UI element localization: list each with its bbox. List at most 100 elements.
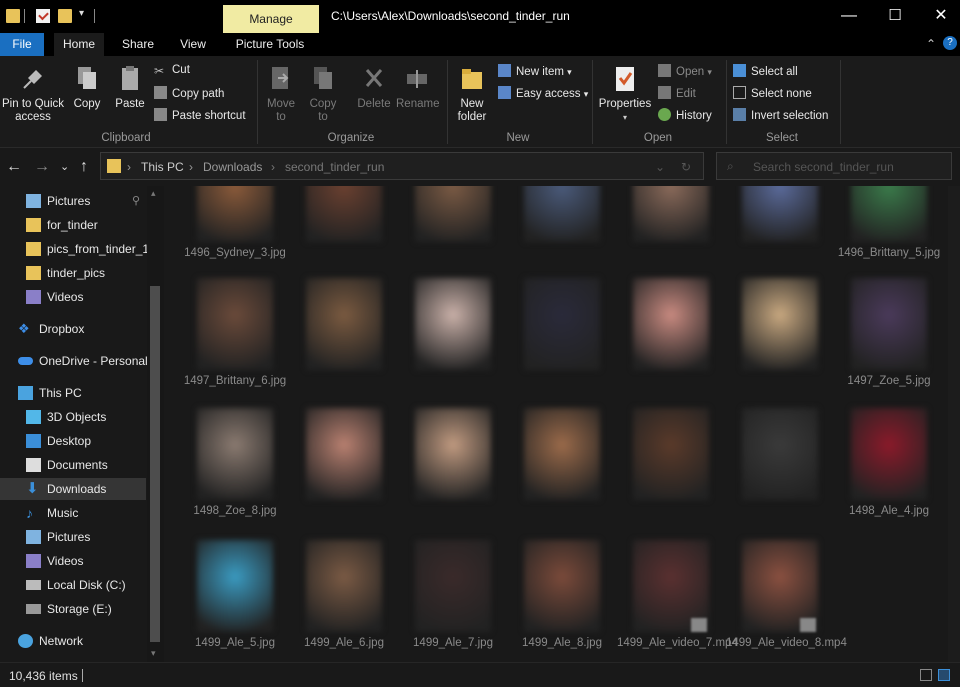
- easy-access-button[interactable]: Easy access ▾: [498, 86, 588, 100]
- large-icons-view-icon[interactable]: [938, 669, 950, 681]
- close-button[interactable]: ✕: [918, 0, 960, 33]
- cut-button[interactable]: ✂ Cut: [154, 64, 190, 78]
- file-name-label[interactable]: 1499_Ale_video_7.mp4: [617, 636, 738, 651]
- maximize-button[interactable]: ☐: [872, 0, 918, 33]
- delete-button[interactable]: Delete: [354, 64, 394, 111]
- sidebar-item-this-pc[interactable]: This PC: [0, 382, 146, 404]
- recent-locations-chevron-icon[interactable]: ⌄: [60, 160, 69, 173]
- invert-selection-button[interactable]: Invert selection: [733, 108, 828, 122]
- back-arrow-icon[interactable]: ←: [6, 158, 22, 176]
- sidebar-item-videos-quick[interactable]: Videos: [0, 286, 146, 308]
- file-thumbnail[interactable]: [415, 540, 491, 632]
- breadcrumb-downloads[interactable]: Downloads: [203, 160, 262, 174]
- paste-shortcut-button[interactable]: Paste shortcut: [154, 108, 246, 122]
- move-to-button[interactable]: Move to: [262, 64, 300, 124]
- sidebar-item-pics-from-tinder-1[interactable]: pics_from_tinder_1: [0, 238, 149, 260]
- file-thumbnail[interactable]: [306, 186, 382, 242]
- file-name-label[interactable]: 1497_Brittany_6.jpg: [181, 374, 289, 389]
- properties-icon[interactable]: [36, 9, 50, 23]
- tab-share[interactable]: Share: [114, 33, 162, 56]
- file-thumbnail[interactable]: [742, 186, 818, 242]
- sidebar-item-music[interactable]: ♪ Music: [0, 502, 146, 524]
- sidebar-item-dropbox[interactable]: ❖ Dropbox: [0, 318, 146, 340]
- chevron-up-icon[interactable]: ⌃: [926, 37, 936, 51]
- help-icon[interactable]: ?: [943, 36, 957, 50]
- file-thumbnail[interactable]: [524, 408, 600, 500]
- scroll-down-icon[interactable]: ▾: [151, 648, 156, 659]
- file-thumbnail[interactable]: [633, 408, 709, 500]
- copy-to-button[interactable]: Copy to: [304, 64, 342, 124]
- tab-home[interactable]: Home: [54, 33, 104, 56]
- file-thumbnail[interactable]: [415, 186, 491, 242]
- new-item-button[interactable]: New item ▾: [498, 64, 572, 78]
- sidebar-item-downloads[interactable]: ⬇ Downloads: [0, 478, 146, 500]
- new-folder-button[interactable]: New folder: [452, 64, 492, 124]
- breadcrumb-this-pc[interactable]: This PC: [141, 160, 184, 174]
- history-button[interactable]: History: [658, 108, 712, 122]
- up-arrow-icon[interactable]: ↑: [80, 158, 88, 176]
- search-input[interactable]: ⌕ Search second_tinder_run: [716, 152, 952, 180]
- chevron-down-icon[interactable]: ⌄: [655, 160, 665, 174]
- properties-button[interactable]: Properties ▾: [596, 64, 654, 124]
- tab-view[interactable]: View: [170, 33, 216, 56]
- rename-button[interactable]: Rename: [396, 64, 439, 111]
- file-thumbnail[interactable]: [851, 408, 927, 500]
- sidebar-item-pictures[interactable]: Pictures: [0, 526, 146, 548]
- sidebar-item-local-disk[interactable]: Local Disk (C:): [0, 574, 146, 596]
- forward-arrow-icon[interactable]: →: [34, 158, 50, 176]
- pin-to-quick-access-button[interactable]: Pin to Quick access: [0, 64, 66, 124]
- file-thumbnail[interactable]: [742, 408, 818, 500]
- file-name-label[interactable]: 1498_Ale_4.jpg: [835, 504, 943, 519]
- file-thumbnail[interactable]: [524, 186, 600, 242]
- sidebar-item-for-tinder[interactable]: for_tinder: [0, 214, 146, 236]
- edit-button[interactable]: Edit: [658, 86, 696, 100]
- tab-picture-tools[interactable]: Picture Tools: [224, 33, 316, 56]
- file-thumbnail[interactable]: [197, 186, 273, 242]
- copy-path-button[interactable]: Copy path: [154, 86, 224, 100]
- sidebar-item-videos[interactable]: Videos: [0, 550, 146, 572]
- file-name-label[interactable]: 1498_Zoe_8.jpg: [181, 504, 289, 519]
- sidebar-item-desktop[interactable]: Desktop: [0, 430, 146, 452]
- file-thumbnail[interactable]: [633, 278, 709, 370]
- file-thumbnail[interactable]: [197, 408, 273, 500]
- file-thumbnail[interactable]: [633, 186, 709, 242]
- sidebar-item-pictures-quick[interactable]: Pictures ⚲: [0, 190, 146, 212]
- file-thumbnail[interactable]: [306, 540, 382, 632]
- file-thumbnail[interactable]: [197, 278, 273, 370]
- scroll-up-icon[interactable]: ▴: [151, 188, 156, 199]
- file-thumbnail[interactable]: [197, 540, 273, 632]
- file-name-label[interactable]: 1499_Ale_6.jpg: [290, 636, 398, 651]
- file-thumbnail[interactable]: [851, 186, 927, 242]
- file-name-label[interactable]: 1499_Ale_7.jpg: [399, 636, 507, 651]
- file-thumbnail[interactable]: [524, 278, 600, 370]
- sidebar-item-storage[interactable]: Storage (E:): [0, 598, 146, 620]
- file-name-label[interactable]: 1496_Brittany_5.jpg: [835, 246, 943, 261]
- file-thumbnail[interactable]: [415, 278, 491, 370]
- sidebar-item-tinder-pics[interactable]: tinder_pics: [0, 262, 146, 284]
- file-thumbnail[interactable]: [306, 408, 382, 500]
- tab-manage[interactable]: Manage: [223, 5, 319, 33]
- refresh-icon[interactable]: ↻: [681, 160, 691, 174]
- breadcrumb-current[interactable]: second_tinder_run: [285, 160, 384, 174]
- sidebar-item-onedrive[interactable]: OneDrive - Personal: [0, 350, 148, 372]
- sidebar-item-network[interactable]: Network: [0, 630, 146, 652]
- file-thumbnail[interactable]: [851, 278, 927, 370]
- file-thumbnail[interactable]: [306, 278, 382, 370]
- select-all-button[interactable]: Select all: [733, 64, 798, 78]
- scrollbar-thumb[interactable]: [150, 286, 160, 642]
- file-name-label[interactable]: 1499_Ale_video_8.mp4: [726, 636, 847, 651]
- chevron-down-icon[interactable]: ▾: [79, 8, 84, 19]
- sidebar-item-3d-objects[interactable]: 3D Objects: [0, 406, 146, 428]
- minimize-button[interactable]: —: [826, 0, 872, 33]
- file-thumbnail[interactable]: [742, 278, 818, 370]
- file-thumbnail[interactable]: [415, 408, 491, 500]
- sidebar-item-documents[interactable]: Documents: [0, 454, 146, 476]
- file-name-label[interactable]: 1499_Ale_8.jpg: [508, 636, 616, 651]
- paste-button[interactable]: Paste: [112, 64, 148, 111]
- new-folder-icon[interactable]: [58, 9, 72, 23]
- details-view-icon[interactable]: [920, 669, 932, 681]
- open-button[interactable]: Open ▾: [658, 64, 712, 78]
- tab-file[interactable]: File: [0, 33, 44, 56]
- file-name-label[interactable]: 1499_Ale_5.jpg: [181, 636, 289, 651]
- file-thumbnail[interactable]: [524, 540, 600, 632]
